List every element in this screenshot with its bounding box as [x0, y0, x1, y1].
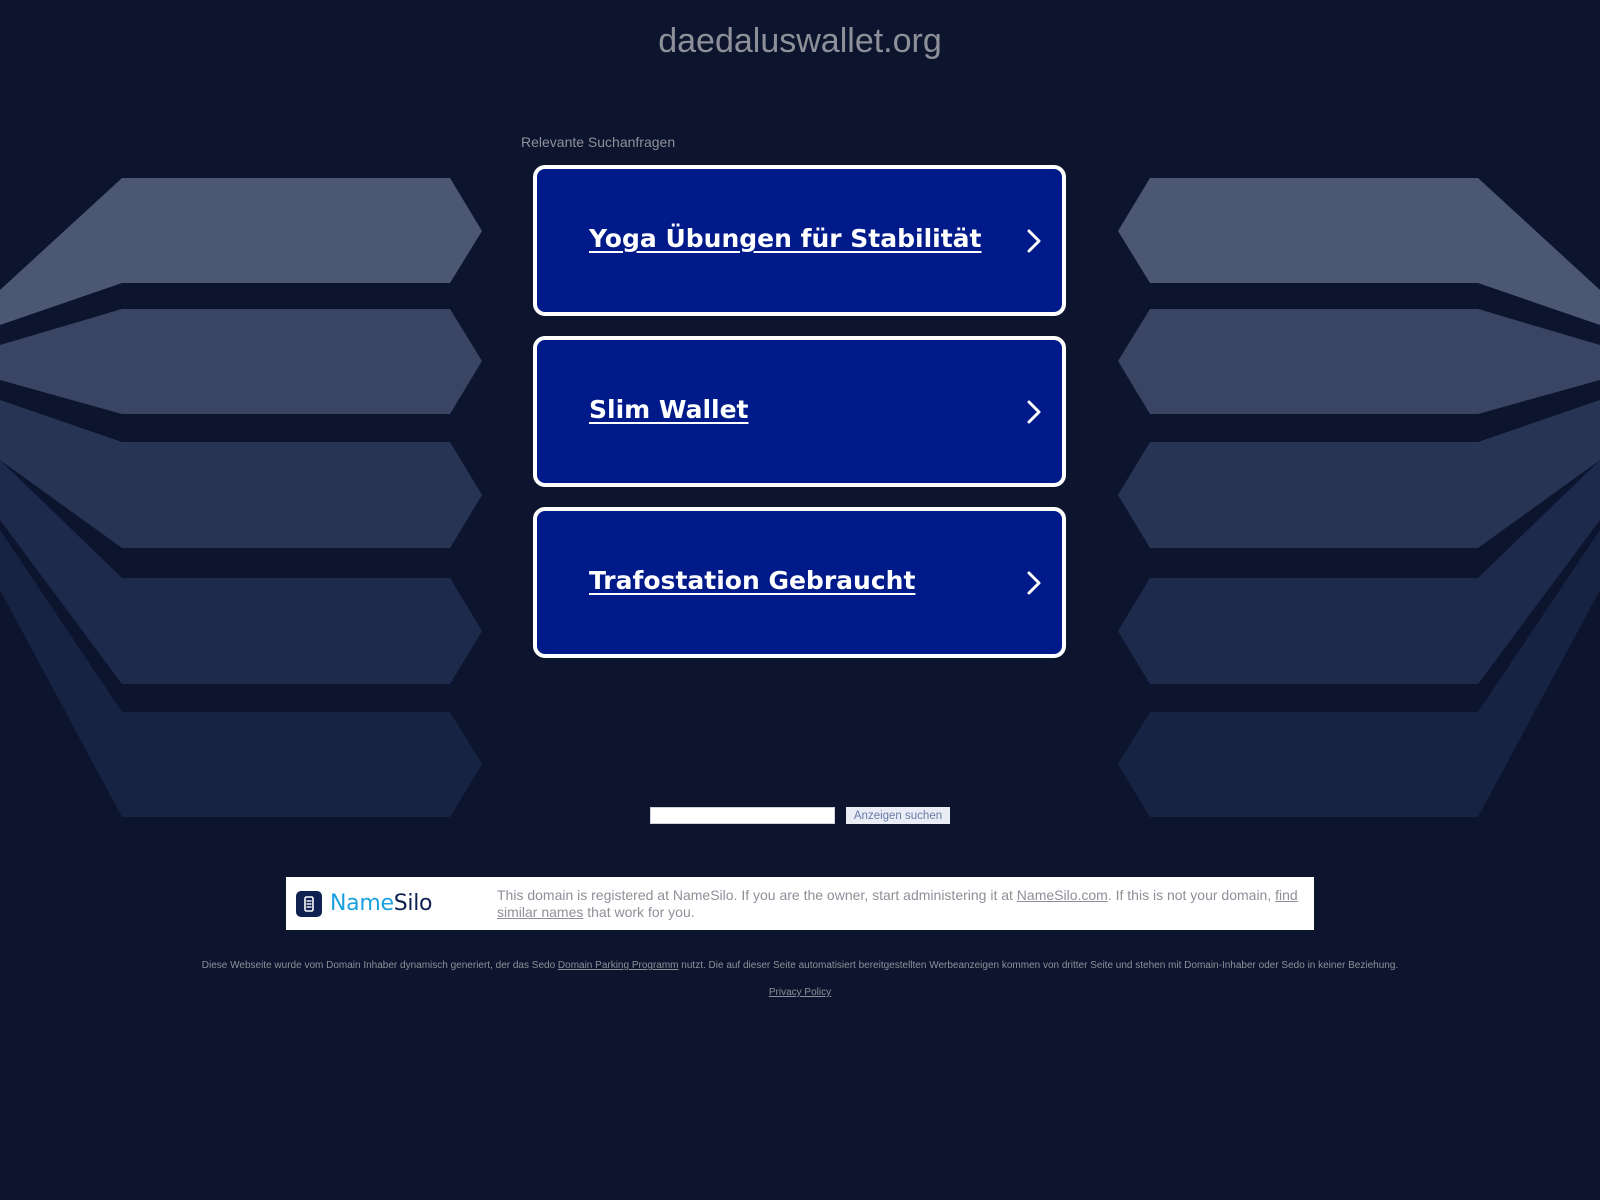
- disclaimer-text-2: nutzt. Die auf dieser Seite automatisier…: [678, 960, 1399, 971]
- result-card-yoga[interactable]: Yoga Übungen für Stabilität: [533, 165, 1066, 316]
- search-input[interactable]: [650, 807, 835, 824]
- result-card-slim-wallet[interactable]: Slim Wallet: [533, 336, 1066, 487]
- namesilo-logo-icon: [296, 890, 322, 917]
- privacy-policy-link[interactable]: Privacy Policy: [769, 987, 831, 998]
- registrar-banner: NameSilo This domain is registered at Na…: [286, 877, 1314, 930]
- disclaimer-text-1: Diese Webseite wurde vom Domain Inhaber …: [201, 960, 558, 971]
- result-link[interactable]: Slim Wallet: [589, 395, 749, 424]
- namesilo-link[interactable]: NameSilo.com: [1017, 887, 1108, 903]
- result-card-trafostation[interactable]: Trafostation Gebraucht: [533, 507, 1066, 658]
- domain-parking-link[interactable]: Domain Parking Programm: [558, 960, 679, 971]
- related-searches-label: Relevante Suchanfragen: [521, 134, 676, 150]
- parking-disclaimer: Diese Webseite wurde vom Domain Inhaber …: [0, 960, 1600, 971]
- namesilo-logo-part1: Name: [330, 891, 394, 916]
- registrar-text-2: . If this is not your domain,: [1107, 887, 1276, 903]
- registrar-message: This domain is registered at NameSilo. I…: [497, 887, 1302, 921]
- related-search-results: Yoga Übungen für Stabilität Slim Wallet …: [533, 165, 1066, 678]
- namesilo-logo-part2: Silo: [393, 891, 433, 916]
- result-link[interactable]: Trafostation Gebraucht: [589, 566, 915, 595]
- chevron-right-icon: [1027, 229, 1041, 253]
- registrar-text-1: This domain is registered at NameSilo. I…: [497, 887, 1017, 903]
- privacy-footer: Privacy Policy: [0, 987, 1600, 998]
- namesilo-logo[interactable]: NameSilo: [296, 890, 432, 917]
- namesilo-logo-text: NameSilo: [330, 890, 432, 917]
- chevron-right-icon: [1027, 400, 1041, 424]
- registrar-text-3: that work for you.: [583, 904, 695, 920]
- search-ads-button[interactable]: Anzeigen suchen: [846, 807, 950, 824]
- result-link[interactable]: Yoga Übungen für Stabilität: [589, 224, 982, 253]
- domain-title: daedaluswallet.org: [658, 22, 942, 60]
- chevron-right-icon: [1027, 571, 1041, 595]
